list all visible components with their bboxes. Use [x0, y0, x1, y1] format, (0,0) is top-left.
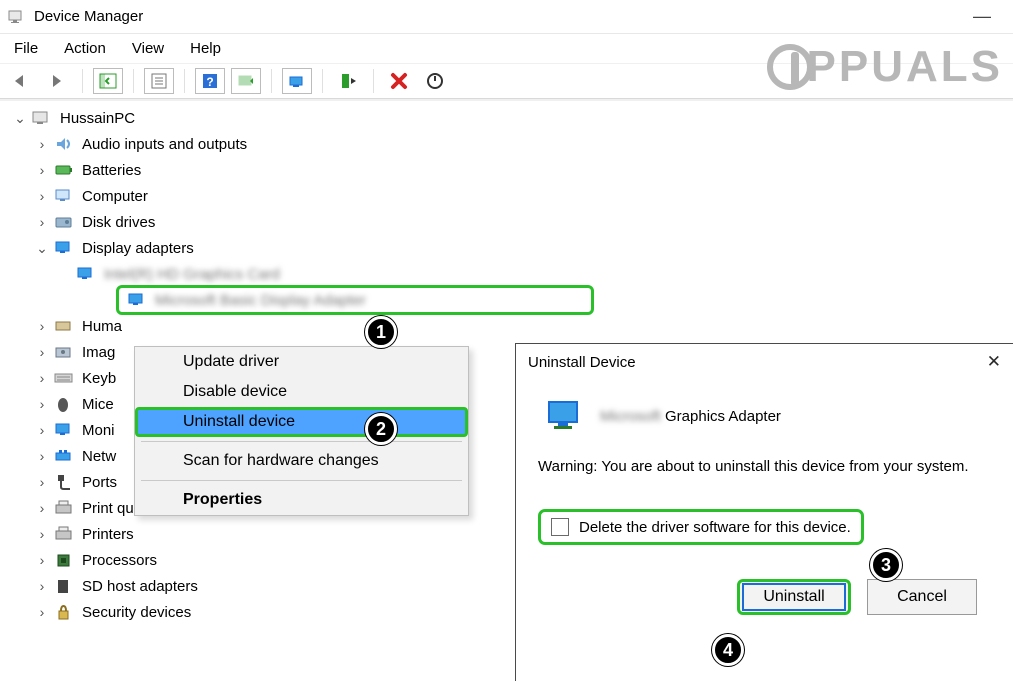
tree-item-gpu[interactable]: ›Intel(R) HD Graphics Card	[12, 261, 1013, 287]
disk-icon	[52, 213, 76, 231]
computer-icon	[30, 109, 54, 127]
separator	[141, 441, 462, 442]
ctx-uninstall-device[interactable]: Uninstall device	[135, 407, 468, 437]
help-button[interactable]: ?	[195, 68, 225, 94]
cancel-button[interactable]: Cancel	[867, 579, 977, 615]
tree-item[interactable]: ›Huma	[12, 313, 1013, 339]
minimize-button[interactable]: —	[959, 6, 1005, 27]
ports-icon	[52, 473, 76, 491]
menu-help[interactable]: Help	[190, 40, 221, 57]
title-bar: Device Manager —	[0, 0, 1013, 34]
delete-driver-checkbox[interactable]	[551, 518, 569, 536]
printer-icon	[52, 525, 76, 543]
display-adapter-icon	[546, 398, 586, 434]
window-title: Device Manager	[34, 8, 959, 25]
uninstall-button[interactable]: Uninstall	[737, 579, 851, 615]
mouse-icon	[52, 395, 76, 413]
hid-icon	[52, 317, 76, 335]
uninstall-dialog: Uninstall Device ✕ Microsoft Graphics Ad…	[515, 343, 1013, 681]
processor-icon	[52, 551, 76, 569]
device-name: Microsoft Graphics Adapter	[600, 408, 781, 425]
tree-item[interactable]: ›Audio inputs and outputs	[12, 131, 1013, 157]
disable-device-button[interactable]	[420, 68, 450, 94]
print-queue-icon	[52, 499, 76, 517]
ctx-properties[interactable]: Properties	[135, 485, 468, 515]
ctx-scan-hardware[interactable]: Scan for hardware changes	[135, 446, 468, 476]
close-icon[interactable]: ✕	[987, 352, 1001, 372]
annotation-marker-3: 3	[870, 549, 902, 581]
scan-button[interactable]	[231, 68, 261, 94]
ctx-update-driver[interactable]: Update driver	[135, 347, 468, 377]
tree-item[interactable]: ›Disk drives	[12, 209, 1013, 235]
watermark: PPUALS	[767, 42, 1003, 92]
dialog-title: Uninstall Device	[528, 354, 636, 371]
computer-icon	[52, 187, 76, 205]
uninstall-device-button[interactable]	[384, 68, 414, 94]
menu-view[interactable]: View	[132, 40, 164, 57]
warning-text: Warning: You are about to uninstall this…	[538, 458, 995, 475]
delete-driver-row[interactable]: Delete the driver software for this devi…	[538, 509, 864, 545]
network-icon	[52, 447, 76, 465]
forward-button[interactable]	[42, 68, 72, 94]
keyboard-icon	[52, 369, 76, 387]
sd-icon	[52, 577, 76, 595]
ctx-disable-device[interactable]: Disable device	[135, 377, 468, 407]
annotation-marker-1: 1	[365, 316, 397, 348]
delete-driver-label: Delete the driver software for this devi…	[579, 519, 851, 536]
tree-item[interactable]: ›Computer	[12, 183, 1013, 209]
annotation-marker-4: 4	[712, 634, 744, 666]
menu-file[interactable]: File	[14, 40, 38, 57]
battery-icon	[52, 161, 76, 179]
imaging-icon	[52, 343, 76, 361]
display-adapter-icon	[125, 291, 149, 309]
svg-text:?: ?	[206, 75, 213, 89]
watermark-icon	[767, 44, 813, 90]
properties-button[interactable]	[144, 68, 174, 94]
app-icon	[8, 8, 26, 26]
menu-action[interactable]: Action	[64, 40, 106, 57]
show-hide-tree-button[interactable]	[93, 68, 123, 94]
update-driver-button[interactable]	[282, 68, 312, 94]
monitor-icon	[52, 421, 76, 439]
tree-item-gpu-selected[interactable]: Microsoft Basic Display Adapter	[72, 287, 1013, 313]
display-adapter-icon	[52, 239, 76, 257]
tree-item[interactable]: ›Batteries	[12, 157, 1013, 183]
audio-icon	[52, 135, 76, 153]
context-menu: Update driver Disable device Uninstall d…	[134, 346, 469, 516]
display-adapter-icon	[74, 265, 98, 283]
security-icon	[52, 603, 76, 621]
annotation-marker-2: 2	[365, 413, 397, 445]
separator	[141, 480, 462, 481]
tree-item-display-adapters[interactable]: ⌄Display adapters	[12, 235, 1013, 261]
back-button[interactable]	[6, 68, 36, 94]
tree-root[interactable]: ⌄ HussainPC	[12, 105, 1013, 131]
enable-device-button[interactable]	[333, 68, 363, 94]
